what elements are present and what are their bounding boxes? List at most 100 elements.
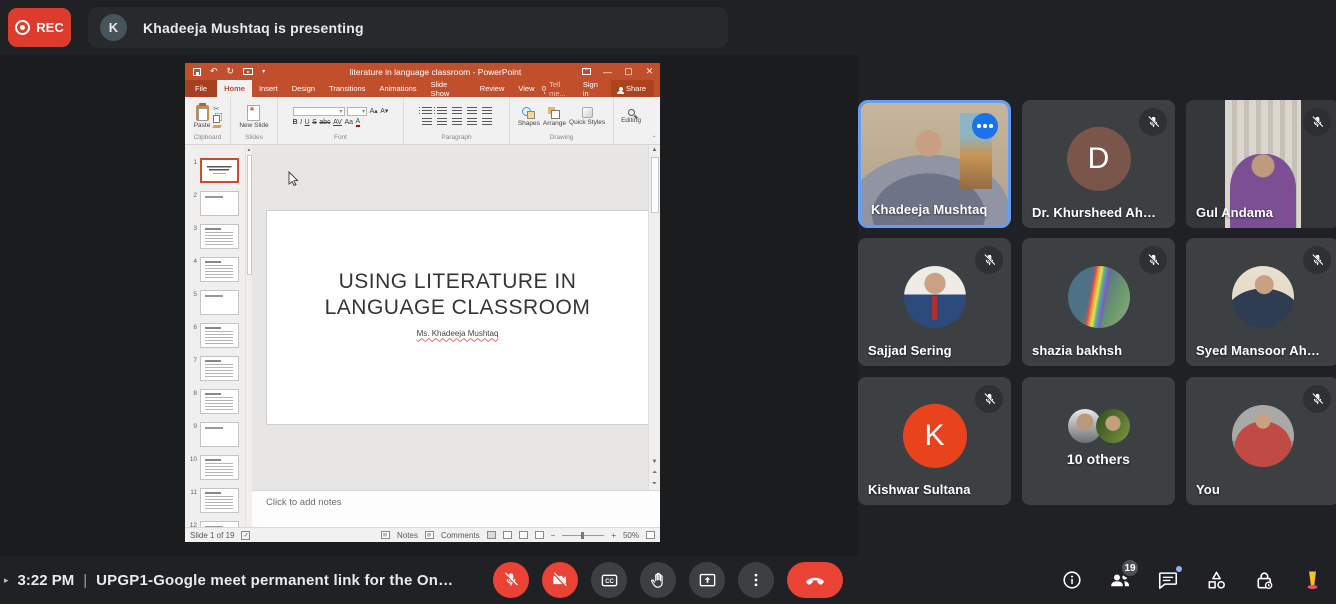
underline-button[interactable]: U xyxy=(305,119,310,126)
arrange-button[interactable]: Arrange xyxy=(543,107,566,127)
change-case-icon[interactable]: Aa xyxy=(344,119,353,126)
ppt-tab-animations[interactable]: Animations xyxy=(372,80,423,97)
slide-thumbnail[interactable]: 2 xyxy=(189,191,241,216)
slide-thumbnail[interactable]: 10 xyxy=(189,455,241,480)
comments-toggle[interactable]: Comments xyxy=(441,531,480,540)
raise-hand-button[interactable] xyxy=(640,562,676,598)
participant-tile-5[interactable]: shazia bakhsh xyxy=(1022,238,1175,366)
undo-icon[interactable]: ↶ xyxy=(210,67,218,76)
font-color-icon[interactable]: A xyxy=(356,118,361,127)
ppt-tab-design[interactable]: Design xyxy=(285,80,322,97)
new-slide-button[interactable]: New Slide xyxy=(239,105,268,129)
host-controls-icon[interactable] xyxy=(1252,568,1276,592)
participant-tile-1[interactable]: Khadeeja Mushtaq xyxy=(858,100,1011,228)
format-painter-icon[interactable] xyxy=(213,125,222,128)
ppt-tab-insert[interactable]: Insert xyxy=(252,80,285,97)
zoom-slider[interactable] xyxy=(562,535,604,536)
microphone-off-button[interactable] xyxy=(493,562,529,598)
slide-thumbnail[interactable]: 7 xyxy=(189,356,241,381)
slideshow-view-icon[interactable] xyxy=(535,531,544,539)
ribbon-display-options-button[interactable]: ^ xyxy=(576,63,597,80)
slide-scrollbar[interactable]: ▲ ▼ ⏶ ⏷ xyxy=(648,145,660,490)
zoom-in-icon[interactable]: + xyxy=(611,531,616,540)
grow-font-icon[interactable]: A▴ xyxy=(370,108,378,115)
quick-styles-button[interactable]: Quick Styles xyxy=(569,107,605,126)
italic-button[interactable]: I xyxy=(300,119,302,126)
fit-slide-icon[interactable] xyxy=(646,531,655,539)
shrink-font-icon[interactable]: A▾ xyxy=(380,108,388,115)
increase-indent-icon[interactable] xyxy=(467,107,477,115)
editing-button[interactable]: Editing xyxy=(621,109,641,124)
strikethrough-button[interactable]: S xyxy=(312,119,317,126)
comments-icon[interactable] xyxy=(425,531,434,539)
ppt-tab-home[interactable]: Home xyxy=(217,80,252,97)
slide-thumbnail[interactable]: 6 xyxy=(189,323,241,348)
captions-button[interactable]: CC xyxy=(591,562,627,598)
present-screen-button[interactable] xyxy=(689,562,725,598)
save-icon[interactable] xyxy=(193,68,201,76)
reading-view-icon[interactable] xyxy=(519,531,528,539)
participant-tile-6[interactable]: Syed Mansoor Ah… xyxy=(1186,238,1336,366)
columns-icon[interactable] xyxy=(482,118,492,126)
slide-thumbnail[interactable]: 9 xyxy=(189,422,241,447)
customize-qat-icon[interactable]: ▾ xyxy=(262,69,265,75)
slide-thumbnail[interactable]: 5 xyxy=(189,290,241,315)
minimize-button[interactable]: — xyxy=(597,63,618,80)
copy-icon[interactable] xyxy=(213,115,220,123)
zoom-level[interactable]: 50% xyxy=(623,531,639,540)
normal-view-icon[interactable] xyxy=(487,531,496,539)
notes-toggle[interactable]: Notes xyxy=(397,531,418,540)
leave-call-button[interactable] xyxy=(787,562,843,598)
tile-menu-button[interactable] xyxy=(972,113,998,139)
slide-thumbnail[interactable]: 1 xyxy=(189,158,241,183)
bullets-icon[interactable] xyxy=(422,107,432,115)
ppt-tab-review[interactable]: Review xyxy=(473,80,512,97)
previous-slide-icon[interactable]: ⏶ xyxy=(649,468,660,479)
participants-icon[interactable]: 19 xyxy=(1108,568,1132,592)
scroll-down-icon[interactable]: ▼ xyxy=(649,457,660,468)
camera-off-button[interactable] xyxy=(542,562,578,598)
tell-me-box[interactable]: Tell me... xyxy=(542,80,575,98)
bold-button[interactable]: B xyxy=(293,119,298,126)
notes-pane[interactable]: Click to add notes xyxy=(252,490,660,527)
zoom-out-icon[interactable]: − xyxy=(551,531,556,540)
justify-icon[interactable] xyxy=(467,118,477,126)
maximize-button[interactable]: ▢ xyxy=(618,63,639,80)
more-options-button[interactable] xyxy=(738,562,774,598)
start-slideshow-icon[interactable] xyxy=(243,68,253,75)
participant-tile-7[interactable]: K Kishwar Sultana xyxy=(858,377,1011,505)
ppt-tab-slide-show[interactable]: Slide Show xyxy=(424,80,473,97)
spell-check-icon[interactable]: ✓ xyxy=(241,531,250,540)
participant-tile-3[interactable]: Gul Andama xyxy=(1186,100,1336,228)
shapes-button[interactable]: Shapes xyxy=(518,107,540,127)
close-button[interactable]: ✕ xyxy=(639,63,660,80)
ppt-tab-file[interactable]: File xyxy=(185,80,217,97)
font-name-dropdown[interactable] xyxy=(293,107,345,116)
notes-icon[interactable] xyxy=(381,531,390,539)
sign-in-link[interactable]: Sign in xyxy=(583,80,603,98)
align-left-icon[interactable] xyxy=(422,118,432,126)
next-slide-icon[interactable]: ⏷ xyxy=(649,479,660,490)
meeting-details-icon[interactable] xyxy=(1060,568,1084,592)
collapse-ribbon-icon[interactable]: ⌃ xyxy=(648,97,660,144)
align-right-icon[interactable] xyxy=(452,118,462,126)
chat-icon[interactable] xyxy=(1156,568,1180,592)
slide-thumbnail[interactable]: 11 xyxy=(189,488,241,513)
slide-sorter-view-icon[interactable] xyxy=(503,531,512,539)
clear-formatting-icon[interactable]: abc xyxy=(319,119,330,126)
ppt-tab-view[interactable]: View xyxy=(511,80,541,97)
decrease-indent-icon[interactable] xyxy=(452,107,462,115)
participant-tile-4[interactable]: Sajjad Sering xyxy=(858,238,1011,366)
expand-arrow-icon[interactable]: ▸ xyxy=(4,575,9,586)
participant-tile-9[interactable]: You xyxy=(1186,377,1336,505)
paste-button[interactable]: Paste xyxy=(194,105,211,129)
font-size-dropdown[interactable] xyxy=(347,107,367,116)
cut-icon[interactable]: ✂ xyxy=(213,105,219,113)
align-center-icon[interactable] xyxy=(437,118,447,126)
thumbnail-scrollbar[interactable]: ▲ xyxy=(245,145,252,527)
redo-icon[interactable]: ↻ xyxy=(227,67,235,76)
line-spacing-icon[interactable] xyxy=(482,107,492,115)
participant-tile-8[interactable]: 10 others xyxy=(1022,377,1175,505)
slide-thumbnail[interactable]: 8 xyxy=(189,389,241,414)
numbering-icon[interactable] xyxy=(437,107,447,115)
